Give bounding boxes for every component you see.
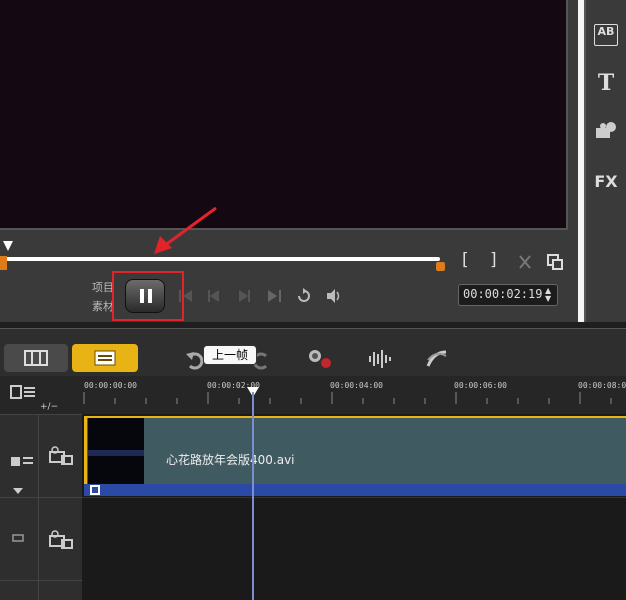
annotation-arrow-icon <box>154 206 217 254</box>
scrub-bar[interactable] <box>6 257 440 261</box>
auto-music-icon[interactable] <box>424 348 450 370</box>
annotation-highlight-box <box>112 271 184 321</box>
ruler-tick-label: 00:00:04:00 <box>330 381 383 390</box>
ruler-tick-label: 00:00:08:00 <box>578 381 626 390</box>
overlay-track-icon <box>49 530 73 549</box>
timecode-value: 00:00:02:19 <box>463 287 543 301</box>
video-track-icon <box>49 446 73 465</box>
chevron-down-icon[interactable] <box>12 487 24 495</box>
title-icon[interactable]: T <box>594 70 618 96</box>
ruler-tick-label: 00:00:06:00 <box>454 381 507 390</box>
timeline-view-button[interactable] <box>72 344 138 372</box>
track-manager-icon[interactable] <box>10 384 36 400</box>
trim-start-marker[interactable] <box>0 256 7 270</box>
track-divider <box>0 580 82 581</box>
volume-icon[interactable] <box>324 286 344 306</box>
track-headers <box>0 414 82 600</box>
scrubber-handle-icon[interactable] <box>2 240 14 252</box>
add-remove-track-label[interactable]: +/− <box>40 402 58 412</box>
clip-thumbnail-stripe <box>88 450 144 456</box>
mode-clip-label[interactable]: 素材 <box>92 298 114 314</box>
track-header-divider <box>38 414 39 600</box>
playhead-line[interactable] <box>252 392 254 600</box>
timeline-view-icon <box>94 350 116 366</box>
mode-project-label[interactable]: 项目 <box>92 279 114 295</box>
mark-in-button[interactable]: [ <box>462 250 469 270</box>
track-divider <box>0 497 82 498</box>
record-capture-icon[interactable] <box>306 348 334 370</box>
preview-screen <box>0 0 568 230</box>
graphics-icon[interactable] <box>594 120 618 140</box>
timecode-field[interactable]: 00:00:02:19 ▲ ▼ <box>458 284 558 306</box>
clip-name: 心花路放年会版400.avi <box>166 453 295 467</box>
mark-out-button[interactable]: ] <box>490 250 497 270</box>
library-toolbar <box>584 0 626 322</box>
track-divider <box>82 497 626 498</box>
enlarge-preview-icon[interactable] <box>546 253 564 271</box>
end-icon[interactable] <box>264 286 284 306</box>
track-divider <box>0 414 82 415</box>
clip-attribute-icon <box>90 485 100 495</box>
previous-frame-icon[interactable] <box>204 286 224 306</box>
repeat-icon[interactable] <box>294 286 314 306</box>
next-frame-icon[interactable] <box>234 286 254 306</box>
home-icon[interactable] <box>176 286 196 306</box>
track-lock-icon[interactable] <box>12 532 24 542</box>
audio-mixer-icon[interactable] <box>366 348 394 370</box>
filter-icon[interactable]: FX <box>594 172 618 194</box>
timecode-stepper-icon[interactable]: ▲ ▼ <box>545 287 551 303</box>
ruler-tick-label: 00:00:00:00 <box>84 381 137 390</box>
ruler-ticks <box>83 392 612 404</box>
track-visibility-icon[interactable] <box>10 454 34 470</box>
clip-audio-bar <box>84 484 626 496</box>
trim-end-marker[interactable] <box>436 262 445 271</box>
tooltip: 上一帧 <box>203 345 257 365</box>
split-clip-icon[interactable] <box>516 253 534 271</box>
transition-icon[interactable]: AB <box>594 24 618 46</box>
film-strip-icon <box>24 350 48 366</box>
storyboard-view-button[interactable] <box>4 344 68 372</box>
